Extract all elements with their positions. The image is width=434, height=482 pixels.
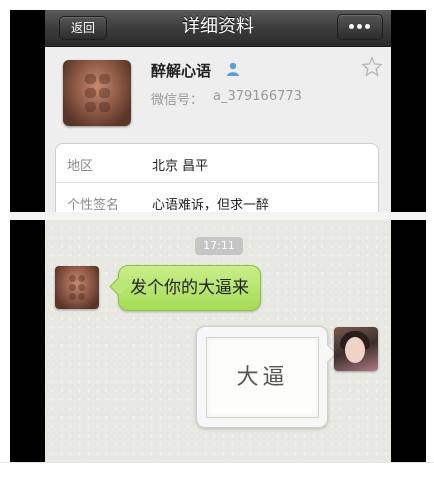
user-icon bbox=[227, 62, 239, 76]
profile-screen: 返回 详细资料 醉解心语 微信号： a_379166773 地区 北京 昌平 个… bbox=[45, 10, 391, 212]
more-button[interactable] bbox=[337, 14, 383, 40]
profile-avatar[interactable] bbox=[63, 60, 131, 126]
page-footer bbox=[0, 462, 434, 482]
profile-screenshot: 返回 详细资料 醉解心语 微信号： a_379166773 地区 北京 昌平 个… bbox=[10, 10, 426, 212]
handwritten-text: 大逼 bbox=[236, 365, 289, 390]
sender-avatar[interactable] bbox=[55, 266, 99, 309]
signature-label: 个性签名 bbox=[67, 198, 120, 212]
message-text: 发个你的大逼来 bbox=[130, 278, 249, 298]
chat-screenshot: 17:11 发个你的大逼来 大逼 bbox=[10, 220, 426, 462]
region-value: 北京 昌平 bbox=[152, 159, 209, 174]
wechat-id-value: a_379166773 bbox=[213, 89, 302, 104]
signature-value: 心语难诉，但求一醉 bbox=[152, 198, 270, 212]
star-icon[interactable] bbox=[361, 56, 383, 78]
profile-name: 醉解心语 bbox=[151, 62, 212, 80]
screenshot-collage: 返回 详细资料 醉解心语 微信号： a_379166773 地区 北京 昌平 个… bbox=[10, 10, 426, 462]
collage-divider bbox=[10, 212, 426, 220]
info-card: 地区 北京 昌平 个性签名 心语难诉，但求一醉 bbox=[55, 143, 379, 212]
info-row-signature: 个性签名 心语难诉，但求一醉 bbox=[56, 183, 378, 212]
back-button[interactable]: 返回 bbox=[59, 16, 107, 40]
outgoing-image-bubble[interactable]: 大逼 bbox=[196, 326, 328, 428]
recipient-avatar[interactable] bbox=[334, 327, 378, 371]
page-title: 详细资料 bbox=[182, 16, 254, 37]
wechat-id-label: 微信号： bbox=[151, 93, 204, 108]
incoming-message-bubble[interactable]: 发个你的大逼来 bbox=[118, 265, 261, 311]
chat-screen: 17:11 发个你的大逼来 大逼 bbox=[45, 220, 391, 462]
image-message[interactable]: 大逼 bbox=[206, 337, 319, 418]
info-row-region: 地区 北京 昌平 bbox=[56, 144, 378, 183]
timestamp-badge: 17:11 bbox=[195, 237, 243, 255]
region-label: 地区 bbox=[67, 159, 94, 174]
nav-bar: 返回 详细资料 bbox=[45, 10, 391, 47]
